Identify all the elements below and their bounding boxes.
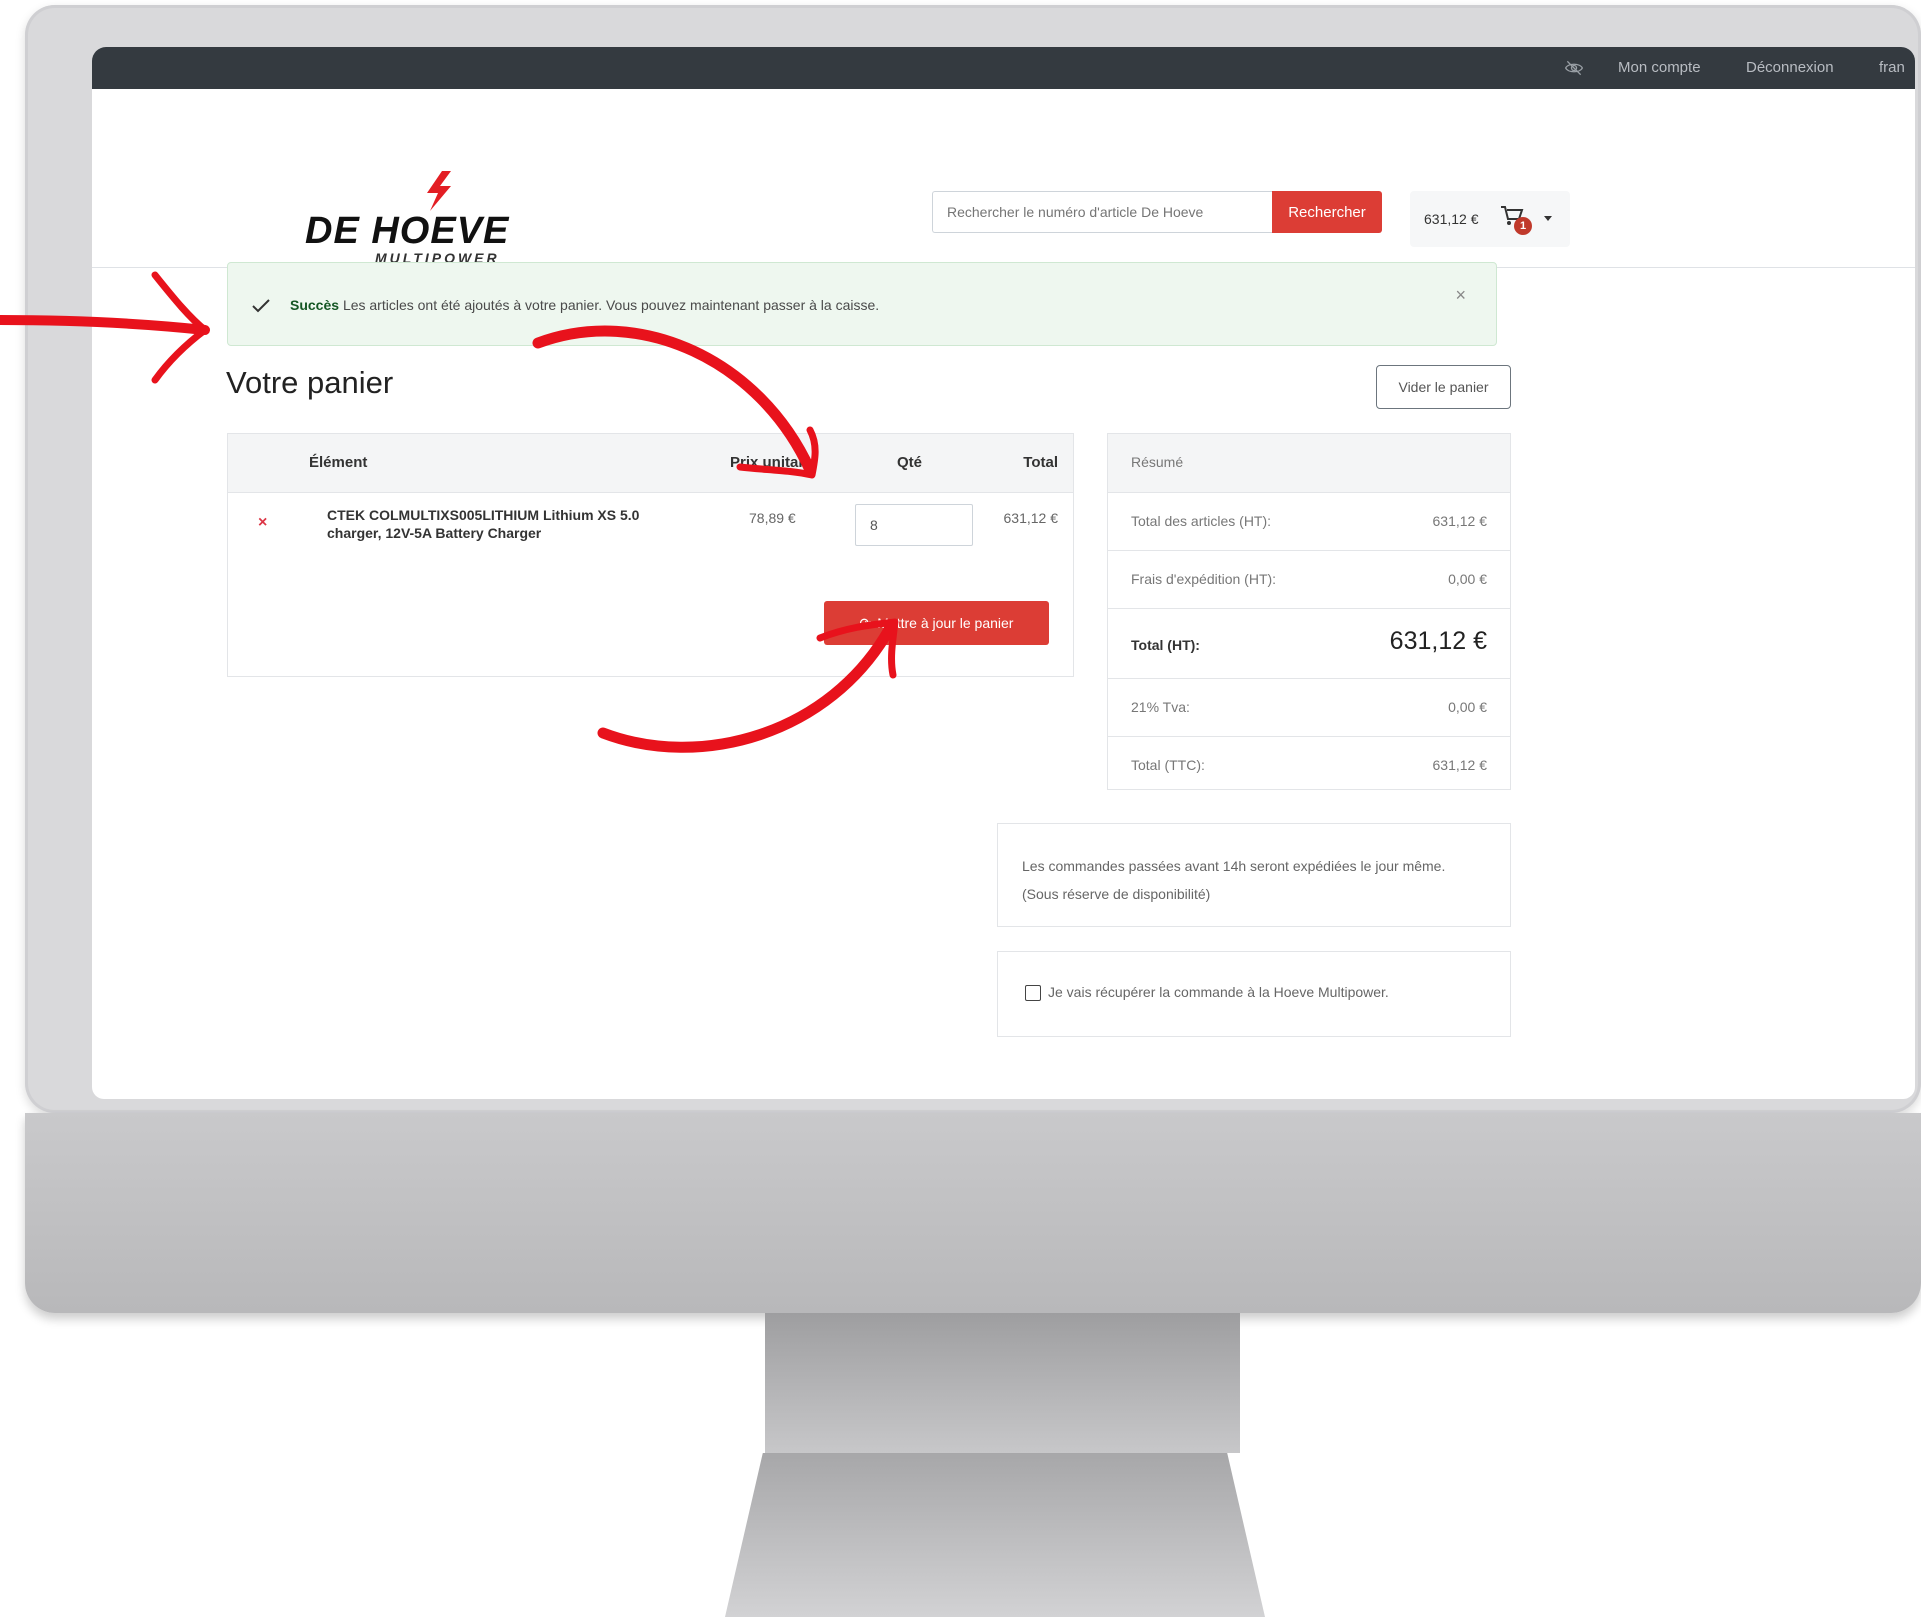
page-title: Votre panier xyxy=(226,365,394,400)
column-header-item: Élément xyxy=(309,454,368,471)
summary-value: 0,00 € xyxy=(1448,699,1487,715)
summary-value: 631,12 € xyxy=(1389,627,1487,655)
top-nav-bar: Mon compte Déconnexion fran xyxy=(92,47,1915,89)
unit-price: 78,89 € xyxy=(749,510,796,526)
quantity-input[interactable] xyxy=(855,504,973,546)
pickup-checkbox[interactable] xyxy=(1025,985,1041,1001)
summary-row-vat: 21% Tva: 0,00 € xyxy=(1108,679,1510,737)
my-account-link[interactable]: Mon compte xyxy=(1618,59,1701,76)
search-button[interactable]: Rechercher xyxy=(1272,191,1382,233)
summary-row-items-total: Total des articles (HT): 631,12 € xyxy=(1108,493,1510,551)
mini-cart-total: 631,12 € xyxy=(1424,211,1479,227)
cart-table-header: Élément Prix unitaire Qté Total xyxy=(228,434,1073,493)
mini-cart[interactable]: 631,12 € 1 xyxy=(1410,191,1570,247)
screen: Mon compte Déconnexion fran DE HOEVE MUL… xyxy=(92,47,1915,1099)
success-alert: Succès Les articles ont été ajoutés à vo… xyxy=(227,262,1497,346)
svg-text:DE HOEVE: DE HOEVE xyxy=(305,210,510,252)
summary-row-total-ttc: Total (TTC): 631,12 € xyxy=(1108,737,1510,794)
summary-value: 0,00 € xyxy=(1448,571,1487,587)
monitor-chin xyxy=(25,1113,1921,1313)
shipping-note: Les commandes passées avant 14h seront e… xyxy=(997,823,1511,927)
search-input[interactable] xyxy=(932,191,1272,233)
logout-link[interactable]: Déconnexion xyxy=(1746,59,1834,76)
pickup-label[interactable]: Je vais récupérer la commande à la Hoeve… xyxy=(1048,984,1389,1000)
column-header-unit-price: Prix unitaire xyxy=(730,454,817,471)
chevron-down-icon[interactable] xyxy=(1544,216,1552,221)
cart-table: Élément Prix unitaire Qté Total × CTEK C… xyxy=(227,433,1074,677)
clear-cart-button[interactable]: Vider le panier xyxy=(1376,365,1511,409)
summary-label: 21% Tva: xyxy=(1131,699,1190,715)
summary-row-total-ht: Total (HT): 631,12 € xyxy=(1108,609,1510,679)
column-header-qty: Qté xyxy=(897,454,923,471)
summary-row-shipping: Frais d'expédition (HT): 0,00 € xyxy=(1108,551,1510,609)
line-total: 631,12 € xyxy=(1003,510,1059,526)
summary-value: 631,12 € xyxy=(1432,757,1488,773)
hide-eye-icon[interactable] xyxy=(1563,58,1585,78)
pickup-option: Je vais récupérer la commande à la Hoeve… xyxy=(997,951,1511,1037)
close-icon[interactable]: × xyxy=(1455,285,1466,306)
cart-count-badge: 1 xyxy=(1514,217,1532,235)
order-summary: Résumé Total des articles (HT): 631,12 € … xyxy=(1107,433,1511,790)
monitor-frame: Mon compte Déconnexion fran DE HOEVE MUL… xyxy=(25,5,1921,1617)
monitor-stand-neck xyxy=(765,1313,1240,1453)
de-hoeve-logo[interactable]: DE HOEVE MULTIPOWER xyxy=(305,171,595,271)
check-icon xyxy=(252,299,270,313)
summary-header: Résumé xyxy=(1108,434,1510,493)
summary-label: Total (TTC): xyxy=(1131,757,1205,773)
alert-message: Succès Les articles ont été ajoutés à vo… xyxy=(290,297,879,313)
summary-label: Total des articles (HT): xyxy=(1131,513,1272,529)
summary-label: Frais d'expédition (HT): xyxy=(1131,571,1277,587)
update-cart-label: Mettre à jour le panier xyxy=(877,614,1014,631)
product-name[interactable]: CTEK COLMULTIXS005LITHIUM Lithium XS 5.0… xyxy=(327,506,687,542)
alert-body: Les articles ont été ajoutés à votre pan… xyxy=(342,297,880,313)
remove-item-icon[interactable]: × xyxy=(258,514,267,532)
summary-value: 631,12 € xyxy=(1432,513,1488,529)
column-header-total: Total xyxy=(1023,454,1058,471)
refresh-icon: ⟳ xyxy=(859,614,872,631)
site-header: DE HOEVE MULTIPOWER Rechercher 631,12 € … xyxy=(92,89,1915,268)
alert-title: Succès xyxy=(290,297,340,313)
shipping-note-text: Les commandes passées avant 14h seront e… xyxy=(1022,858,1446,902)
monitor-stand-foot xyxy=(725,1453,1265,1617)
update-cart-button[interactable]: ⟳ Mettre à jour le panier xyxy=(824,601,1049,645)
summary-title: Résumé xyxy=(1131,454,1184,470)
language-selector[interactable]: fran xyxy=(1879,59,1905,76)
summary-label: Total (HT): xyxy=(1131,637,1200,653)
